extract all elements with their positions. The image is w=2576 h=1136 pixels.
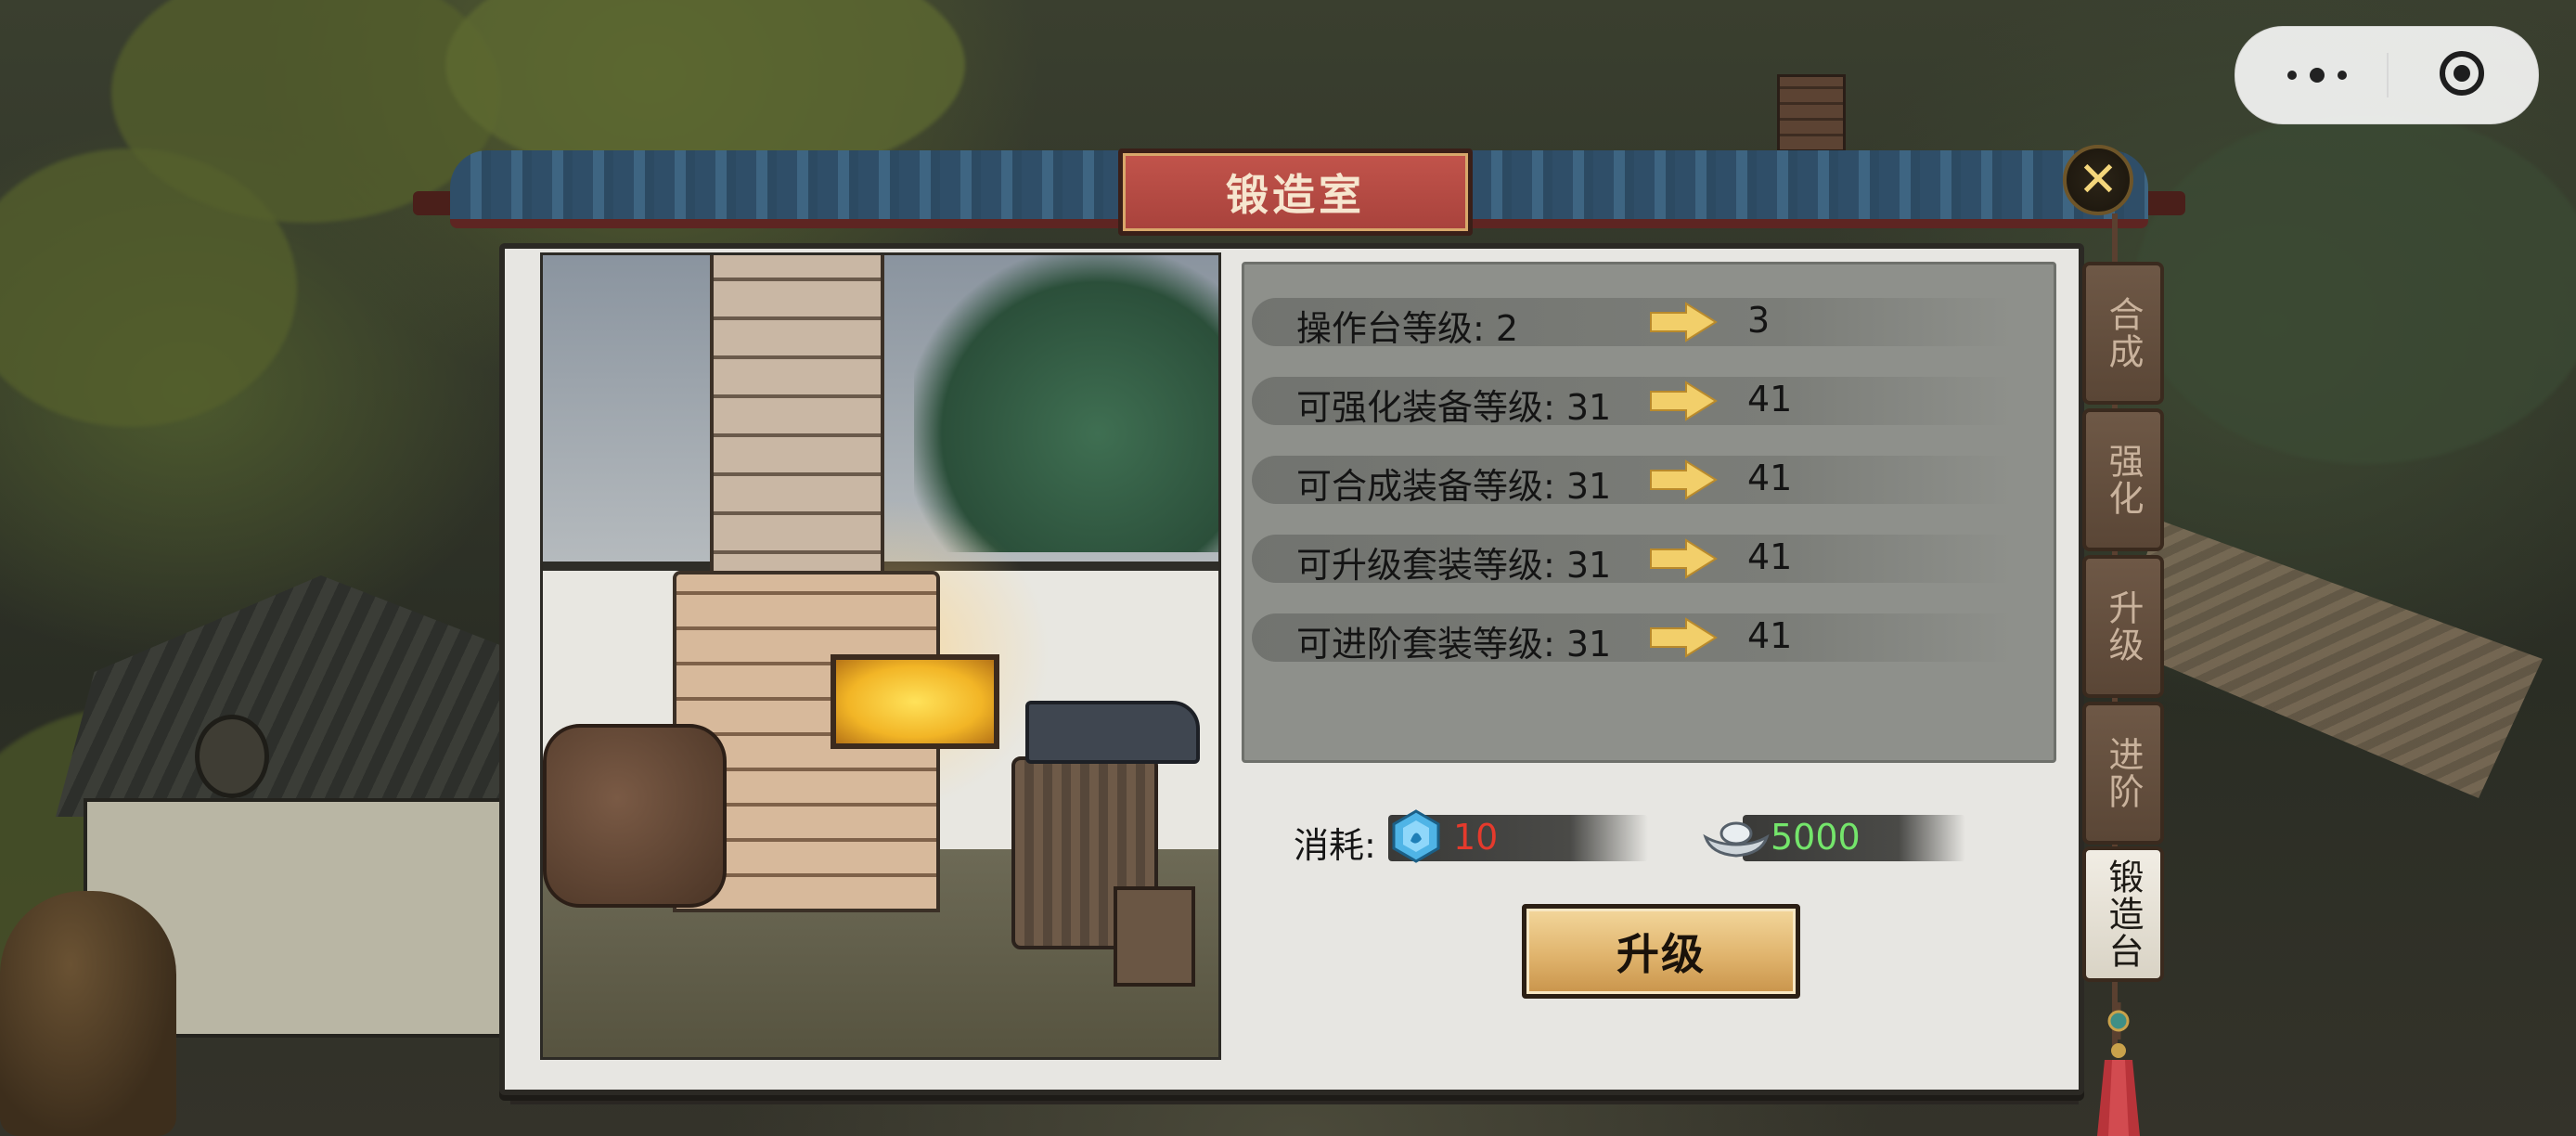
close-x-icon: ✕ bbox=[2078, 152, 2119, 208]
stat-row-craft-level: 可合成装备等级: 31 41 bbox=[1244, 450, 2054, 507]
stat-next-value: 3 bbox=[1747, 300, 1771, 341]
stat-next-value: 41 bbox=[1747, 615, 1793, 656]
tassel-ornament bbox=[2097, 1002, 2140, 1136]
stat-row-workbench-level: 操作台等级: 2 3 bbox=[1244, 292, 2054, 349]
tab-label: 升级 bbox=[2103, 589, 2144, 664]
stat-label: 可升级套装等级: 31 bbox=[1296, 545, 1612, 586]
page-title: 锻造室 bbox=[1226, 170, 1365, 220]
silver-ingot-icon bbox=[1703, 821, 1770, 858]
forge-chimney bbox=[710, 255, 884, 589]
title-plate: 锻造室 bbox=[1118, 148, 1473, 236]
tab-advance[interactable]: 进阶 bbox=[2082, 702, 2164, 845]
anvil bbox=[1025, 701, 1200, 764]
stat-row-enhance-level: 可强化装备等级: 31 41 bbox=[1244, 371, 2054, 428]
stat-label: 可强化装备等级: 31 bbox=[1296, 387, 1612, 428]
forge-illustration bbox=[540, 252, 1221, 1060]
arrow-right-icon bbox=[1650, 617, 1718, 658]
roof-chimney bbox=[1777, 74, 1846, 152]
miniprogram-capsule bbox=[2235, 26, 2539, 124]
background-pot bbox=[0, 891, 176, 1136]
target-circle-icon[interactable] bbox=[2440, 51, 2484, 96]
stat-next-value: 41 bbox=[1747, 458, 1793, 498]
tab-upgrade[interactable]: 升级 bbox=[2082, 555, 2164, 698]
stat-label: 可合成装备等级: 31 bbox=[1296, 466, 1612, 507]
tab-label: 进阶 bbox=[2103, 736, 2144, 810]
tab-enhance[interactable]: 强化 bbox=[2082, 408, 2164, 551]
stat-label: 操作台等级: 2 bbox=[1296, 308, 1519, 349]
arrow-right-icon bbox=[1650, 302, 1718, 342]
close-button[interactable]: ✕ bbox=[2063, 145, 2133, 215]
arrow-right-icon bbox=[1650, 459, 1718, 500]
stat-row-set-upgrade-level: 可升级套装等级: 31 41 bbox=[1244, 529, 2054, 586]
tab-label: 合成 bbox=[2103, 296, 2144, 370]
stat-row-set-advance-level: 可进阶套装等级: 31 41 bbox=[1244, 608, 2054, 665]
upgrade-button[interactable]: 升级 bbox=[1522, 904, 1800, 999]
gem-cost-value: 10 bbox=[1453, 817, 1499, 858]
more-dots-icon[interactable] bbox=[2287, 58, 2347, 92]
tab-craft[interactable]: 合成 bbox=[2082, 262, 2164, 405]
arrow-right-icon bbox=[1650, 538, 1718, 579]
tab-label: 锻造台 bbox=[2103, 858, 2144, 970]
stat-next-value: 41 bbox=[1747, 536, 1793, 577]
tab-label: 强化 bbox=[2103, 443, 2144, 517]
upgrade-button-label: 升级 bbox=[1616, 929, 1706, 979]
background-shed bbox=[2116, 520, 2543, 798]
blue-gem-icon bbox=[1392, 809, 1440, 863]
silver-cost-value: 5000 bbox=[1771, 817, 1861, 858]
upgrade-stats-panel: 操作台等级: 2 3 可强化装备等级: 31 41 可合成装备等级: 31 41… bbox=[1242, 262, 2056, 763]
capsule-divider bbox=[2387, 53, 2389, 97]
forge-fire bbox=[831, 654, 999, 749]
bucket bbox=[1114, 886, 1195, 987]
cost-label: 消耗: bbox=[1294, 825, 1376, 866]
water-barrel bbox=[543, 724, 727, 908]
arrow-right-icon bbox=[1650, 381, 1718, 421]
stat-label: 可进阶套装等级: 31 bbox=[1296, 624, 1612, 665]
stat-next-value: 41 bbox=[1747, 379, 1793, 420]
tab-forge-table[interactable]: 锻造台 bbox=[2082, 846, 2164, 982]
